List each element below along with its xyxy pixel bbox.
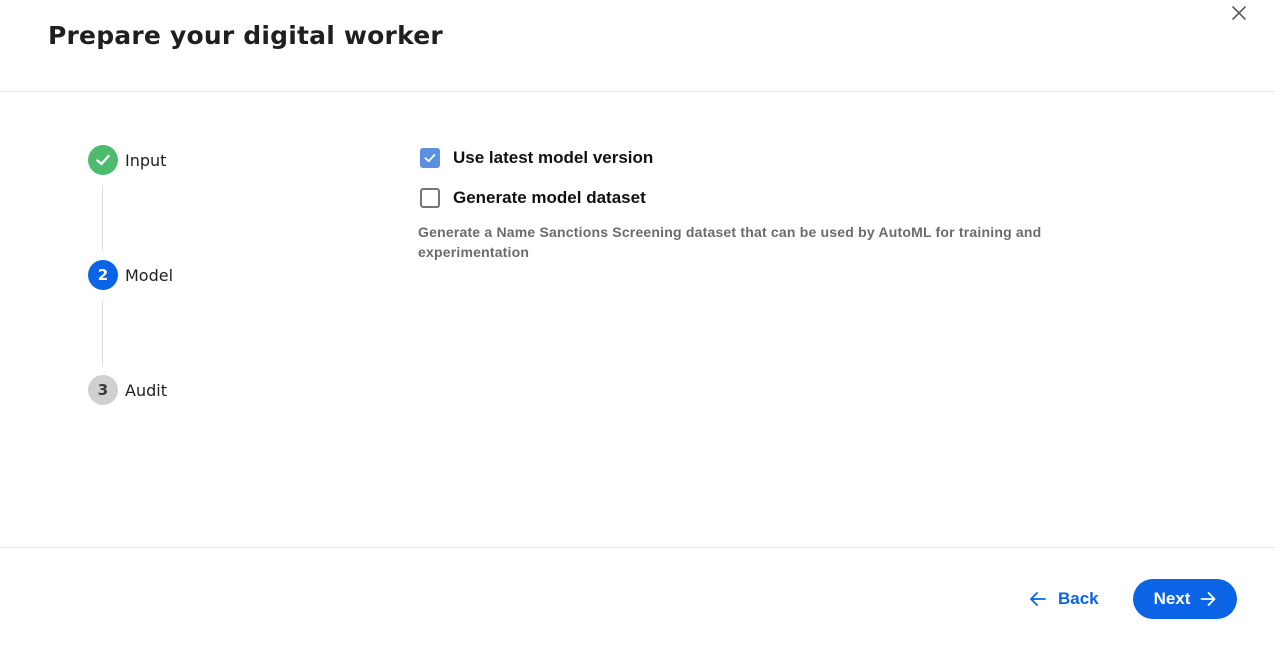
step-label-model: Model xyxy=(125,265,174,285)
dialog-footer: Back Next xyxy=(0,547,1275,652)
arrow-right-icon xyxy=(1201,592,1216,606)
back-button[interactable]: Back xyxy=(1029,588,1099,610)
use-latest-model-checkbox[interactable] xyxy=(420,148,440,168)
use-latest-model-option[interactable]: Use latest model version xyxy=(420,148,653,168)
step-number-badge: 3 xyxy=(88,375,118,405)
next-button[interactable]: Next xyxy=(1133,579,1237,619)
dialog-header: Prepare your digital worker xyxy=(0,0,1275,92)
back-button-label: Back xyxy=(1058,589,1099,608)
step-label-audit: Audit xyxy=(125,380,167,400)
checkmark-icon xyxy=(96,154,110,166)
close-button[interactable] xyxy=(1228,2,1250,24)
step-complete-badge xyxy=(88,145,118,175)
arrow-left-icon xyxy=(1030,592,1046,606)
checkmark-icon xyxy=(424,153,436,163)
step-label-input: Input xyxy=(125,150,167,170)
generate-dataset-description: Generate a Name Sanctions Screening data… xyxy=(418,224,1042,260)
step-audit[interactable]: 3 Audit xyxy=(88,375,167,405)
use-latest-model-label: Use latest model version xyxy=(453,148,654,167)
step-model[interactable]: 2 Model xyxy=(88,260,173,290)
generate-dataset-option[interactable]: Generate model dataset xyxy=(420,188,646,208)
step-number-badge: 2 xyxy=(88,260,118,290)
generate-dataset-label: Generate model dataset xyxy=(453,188,646,207)
step-connector xyxy=(102,185,103,251)
generate-dataset-checkbox[interactable] xyxy=(420,188,440,208)
step-connector xyxy=(102,301,103,365)
next-button-label: Next xyxy=(1153,589,1191,608)
dialog-title: Prepare your digital worker xyxy=(48,21,443,50)
step-input[interactable]: Input xyxy=(88,145,166,175)
close-icon xyxy=(1232,6,1246,20)
